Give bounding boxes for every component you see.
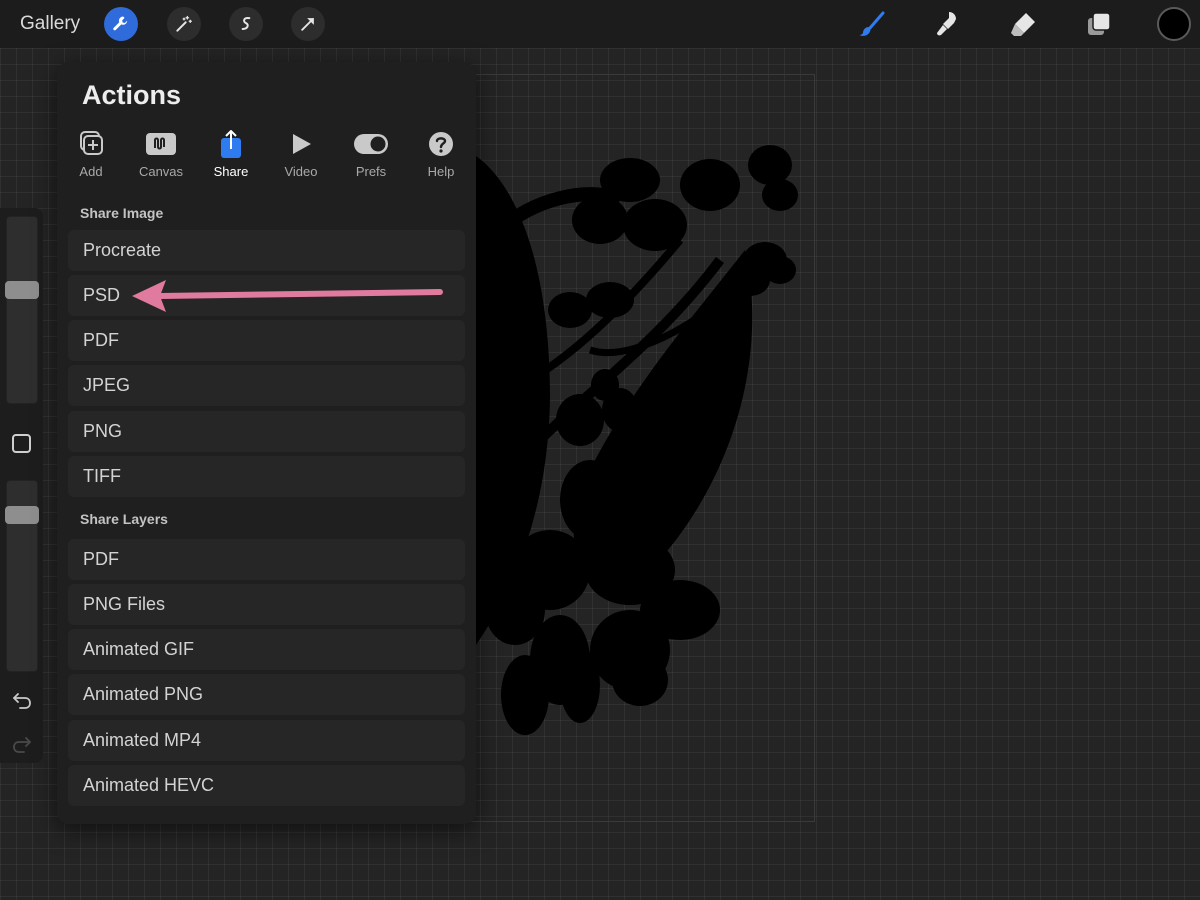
annotation-arrow (132, 280, 443, 312)
add-image-icon (80, 131, 103, 155)
menu-item-pdf[interactable]: PDF (68, 320, 465, 361)
floral-artwork (476, 145, 798, 735)
selection-icon[interactable] (229, 7, 263, 41)
menu-item-png[interactable]: PNG (68, 411, 465, 452)
wrench-icon[interactable] (104, 7, 138, 41)
color-swatch[interactable] (1157, 7, 1191, 41)
smudge-icon[interactable] (931, 8, 963, 40)
menu-item-animated-png[interactable]: Animated PNG (68, 674, 465, 715)
left-sidebar (0, 208, 43, 763)
tab-canvas[interactable]: Canvas (129, 130, 193, 179)
tab-prefs[interactable]: Prefs (339, 130, 403, 179)
eraser-icon[interactable] (1007, 8, 1039, 40)
opacity-thumb[interactable] (5, 506, 39, 525)
menu-item-animated-gif[interactable]: Animated GIF (68, 629, 465, 670)
magic-wand-icon[interactable] (167, 7, 201, 41)
section-share-image: Share Image (80, 205, 164, 221)
menu-item-layers-pdf[interactable]: PDF (68, 539, 465, 580)
menu-item-procreate[interactable]: Procreate (68, 230, 465, 271)
gallery-button[interactable]: Gallery (20, 12, 80, 36)
brush-icon[interactable] (856, 8, 888, 40)
tab-help[interactable]: Help (409, 130, 473, 179)
brush-size-thumb[interactable] (5, 280, 39, 299)
layers-icon[interactable] (1083, 8, 1115, 40)
undo-icon[interactable] (11, 688, 33, 710)
transform-icon[interactable] (291, 7, 325, 41)
tab-add[interactable]: Add (59, 130, 123, 179)
tab-video[interactable]: Video (269, 130, 333, 179)
menu-item-png-files[interactable]: PNG Files (68, 584, 465, 625)
section-share-layers: Share Layers (80, 511, 168, 527)
actions-panel: Actions Add Canvas Share Video Prefs Hel… (57, 62, 476, 824)
question-icon (429, 132, 453, 156)
menu-item-animated-mp4[interactable]: Animated MP4 (68, 720, 465, 761)
menu-item-animated-hevc[interactable]: Animated HEVC (68, 765, 465, 806)
modify-button[interactable] (12, 434, 31, 453)
menu-item-jpeg[interactable]: JPEG (68, 365, 465, 406)
toggle-icon (354, 134, 388, 154)
share-icon (221, 130, 241, 158)
canvas-icon (146, 133, 176, 155)
menu-item-tiff[interactable]: TIFF (68, 456, 465, 497)
top-toolbar: Gallery (0, 0, 1200, 48)
brush-size-slider[interactable] (6, 216, 38, 404)
redo-icon[interactable] (11, 732, 33, 754)
play-icon (293, 134, 311, 154)
tab-share[interactable]: Share (199, 130, 263, 179)
panel-title: Actions (82, 80, 182, 110)
